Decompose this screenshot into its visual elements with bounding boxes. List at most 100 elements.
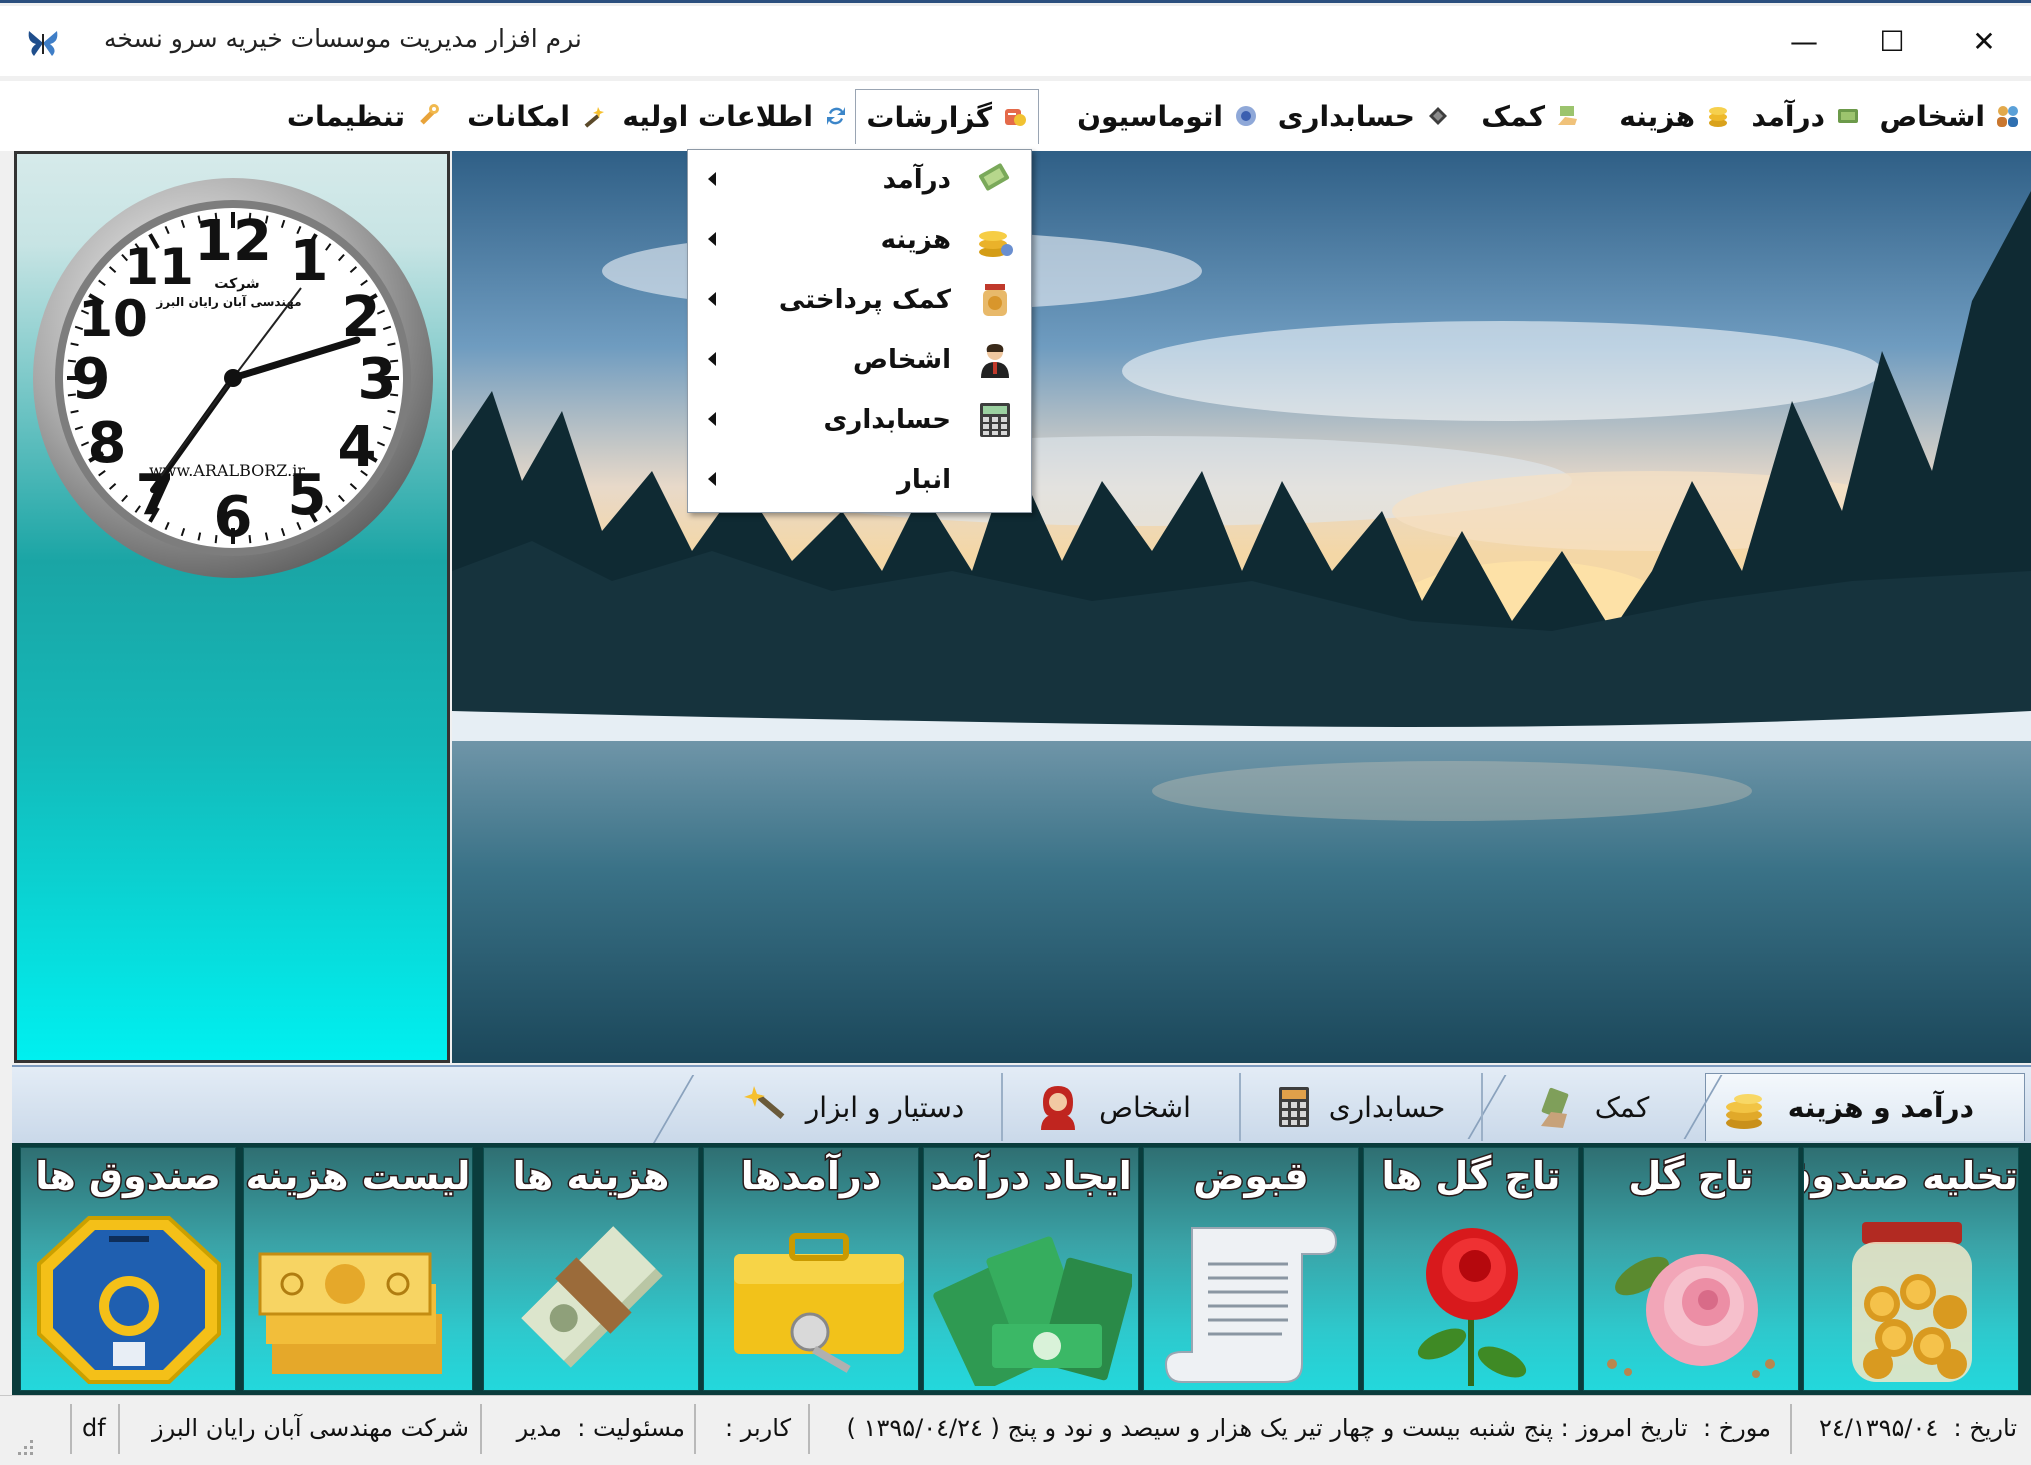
dropdown-item-accounting-label: حسابداری — [823, 405, 951, 435]
money-icon — [973, 158, 1017, 202]
status-role-value: مدیر — [516, 1414, 562, 1442]
charity-box-icon — [37, 1216, 221, 1384]
menu-automation[interactable]: اتوماسیون — [1077, 89, 1259, 143]
dropdown-item-paid-help-label: کمک پرداختی — [778, 285, 951, 315]
tab-income-expense[interactable]: درآمد و هزینه — [1705, 1073, 2025, 1141]
dropdown-item-expense[interactable]: هزینه — [688, 210, 1031, 270]
tile-expense-list-label: لیست هزینه — [244, 1153, 472, 1200]
status-user: کاربر : — [725, 1402, 791, 1454]
tile-wreaths-label: تاج گل ها — [1380, 1153, 1563, 1200]
hand-money-icon — [1558, 106, 1577, 125]
tab-strip: درآمد و هزینه کمک حسابداری اشخاص دستیار … — [12, 1065, 2031, 1145]
clock-num-6: 6 — [214, 485, 253, 550]
tab-people[interactable]: اشخاص — [1001, 1073, 1223, 1141]
menu-income[interactable]: درآمد — [1751, 89, 1861, 143]
title-bar[interactable]: نرم افزار مدیریت موسسات خیریه سرو نسخه —… — [0, 6, 2031, 76]
status-date-value: ۱۳۹۵/۰٤/۲٤ — [1818, 1414, 1939, 1442]
status-dated-label: مورخ : — [1702, 1414, 1771, 1442]
tile-incomes-label: درآمدها — [739, 1153, 884, 1200]
tab-accounting-label: حسابداری — [1328, 1090, 1446, 1124]
red-rose-icon — [1417, 1228, 1527, 1386]
menu-bar: اشخاص درآمد هزینه کمک حسابداری اتوماسیون… — [0, 81, 2031, 151]
app-window: نرم افزار مدیریت موسسات خیریه سرو نسخه —… — [0, 0, 2031, 1465]
person-icon — [973, 338, 1017, 382]
tile-empty-box[interactable]: تخلیه صندوق — [1803, 1147, 2019, 1391]
tile-wreath-label: تاج گل — [1627, 1153, 1756, 1200]
menu-people-label: اشخاص — [1879, 99, 1986, 133]
money-icon — [1838, 109, 1858, 123]
reports-dropdown: درآمد هزینه کمک پرداختی اشخاص حسابداری ا… — [687, 149, 1032, 513]
tile-wreath[interactable]: تاج گل — [1583, 1147, 1799, 1391]
menu-settings[interactable]: تنظیمات — [287, 89, 441, 143]
dropdown-item-warehouse[interactable]: انبار — [688, 450, 1031, 510]
wand-icon — [743, 1086, 785, 1119]
submenu-arrow-icon — [708, 232, 716, 246]
tile-boxes[interactable]: صندوق ها — [20, 1147, 236, 1391]
menu-settings-label: تنظیمات — [286, 99, 405, 133]
tile-create-income[interactable]: ایجاد درآمد — [923, 1147, 1139, 1391]
cashbox-icon — [734, 1233, 904, 1373]
coins-icon — [1725, 1093, 1762, 1129]
dropdown-item-accounting[interactable]: حسابداری — [688, 390, 1031, 450]
menu-basic-info-label: اطلاعات اولیه — [622, 99, 813, 133]
butterfly-icon — [28, 31, 58, 56]
dropdown-item-paid-help[interactable]: کمک پرداختی — [688, 270, 1031, 330]
clock-num-9: 9 — [72, 347, 111, 412]
menu-reports[interactable]: گزارشات — [855, 89, 1039, 144]
menu-automation-label: اتوماسیون — [1077, 99, 1223, 133]
coins-icon — [973, 218, 1017, 262]
menu-accounting[interactable]: حسابداری — [1278, 89, 1451, 143]
clock-company-line1: شرکت — [214, 276, 259, 292]
tab-accounting[interactable]: حسابداری — [1239, 1073, 1483, 1141]
resize-grip-icon[interactable] — [14, 1436, 36, 1458]
dropdown-item-income-label: درآمد — [882, 165, 951, 195]
clock-company-line2: مهندسی آبان رایان البرز — [155, 294, 301, 309]
maximize-button[interactable]: ☐ — [1852, 14, 1932, 68]
status-role: مسئولیت : مدیر — [517, 1402, 685, 1454]
menu-features-label: امکانات — [467, 99, 570, 133]
dropdown-item-people[interactable]: اشخاص — [688, 330, 1031, 390]
calculator-icon — [973, 398, 1017, 442]
ledger-icon — [1429, 107, 1447, 125]
wrench-icon — [420, 104, 439, 125]
menu-features[interactable]: امکانات — [467, 89, 606, 143]
cash-stack-icon — [933, 1236, 1132, 1386]
tile-expenses-label: هزینه ها — [511, 1153, 672, 1200]
close-button[interactable]: ✕ — [1944, 14, 2024, 68]
people-icon — [1997, 106, 2018, 127]
tile-incomes[interactable]: درآمدها — [703, 1147, 919, 1391]
tab-help-label: کمک — [1594, 1090, 1650, 1124]
tile-empty-box-label: تخلیه صندوق — [1804, 1153, 2018, 1200]
menu-income-label: درآمد — [1751, 99, 1825, 133]
status-role-label: مسئولیت : — [577, 1414, 685, 1442]
submenu-arrow-icon — [708, 412, 716, 426]
status-date-label: تاریخ : — [1953, 1414, 2017, 1442]
minimize-button[interactable]: — — [1764, 14, 1844, 68]
clock-num-10: 10 — [78, 290, 148, 348]
menu-expense[interactable]: هزینه — [1619, 89, 1731, 143]
tab-assistant-tools[interactable]: دستیار و ابزار — [723, 1073, 983, 1141]
tile-expense-list[interactable]: لیست هزینه — [243, 1147, 473, 1391]
woman-icon — [1041, 1086, 1076, 1130]
analog-clock: 12 1 2 3 4 5 6 7 8 9 10 11 شرکت مهندسی آ… — [33, 178, 433, 578]
menu-people[interactable]: اشخاص — [1880, 89, 2022, 143]
hand-money-icon — [1540, 1087, 1568, 1128]
tile-wreaths[interactable]: تاج گل ها — [1363, 1147, 1579, 1391]
menu-help[interactable]: کمک — [1481, 89, 1581, 143]
report-icon — [1005, 109, 1026, 126]
tile-create-income-label: ایجاد درآمد — [929, 1153, 1135, 1200]
menu-help-label: کمک — [1481, 99, 1545, 133]
tile-receipts[interactable]: قبوض — [1143, 1147, 1359, 1391]
clock-num-8: 8 — [88, 411, 127, 476]
tile-expenses[interactable]: هزینه ها — [483, 1147, 699, 1391]
dropdown-item-warehouse-label: انبار — [896, 465, 951, 495]
status-user-label: کاربر : — [725, 1414, 791, 1442]
money-bundle-icon — [521, 1226, 663, 1368]
tab-help[interactable]: کمک — [1503, 1073, 1683, 1141]
dropdown-item-expense-label: هزینه — [880, 225, 951, 255]
menu-basic-info[interactable]: اطلاعات اولیه — [622, 89, 849, 143]
scroll-icon — [1164, 1227, 1338, 1383]
status-date: تاریخ : ۱۳۹۵/۰٤/۲٤ — [1819, 1402, 2017, 1454]
dropdown-item-income[interactable]: درآمد — [688, 150, 1031, 210]
clock-num-12: 12 — [194, 209, 272, 274]
